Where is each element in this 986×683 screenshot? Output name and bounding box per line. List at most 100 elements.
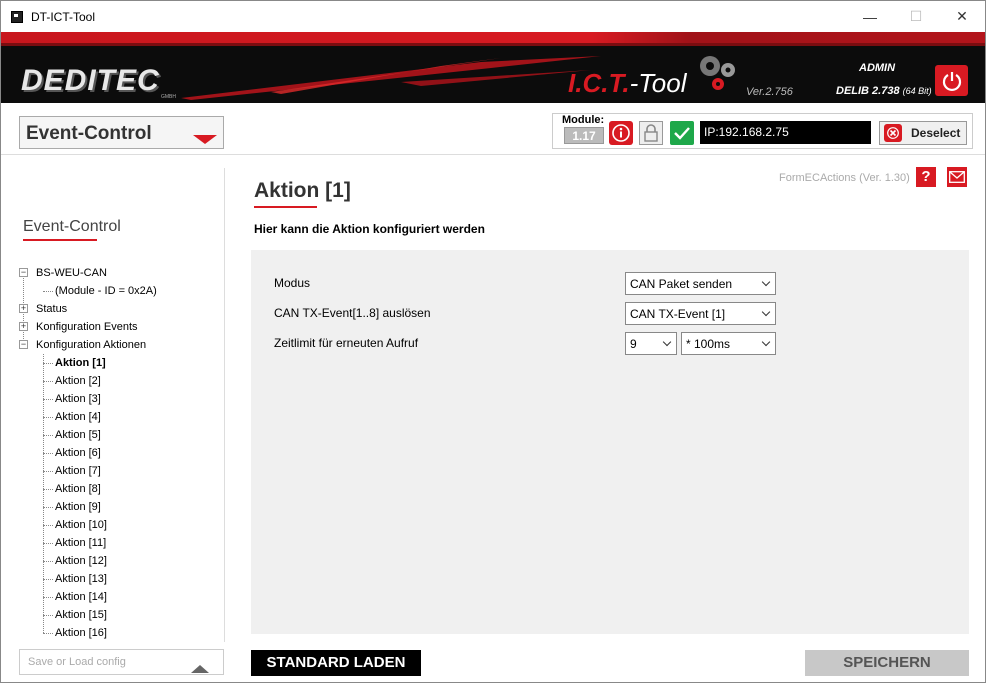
user-label: ADMIN xyxy=(859,62,896,74)
tree-line xyxy=(43,489,53,490)
tree-line xyxy=(43,291,53,292)
tree-node-label: Aktion [12] xyxy=(55,555,107,567)
chevron-down-icon xyxy=(662,337,672,347)
tree-node-label: Status xyxy=(36,303,68,315)
deselect-button[interactable]: Deselect xyxy=(879,121,967,145)
tree-line xyxy=(43,597,53,598)
nav-tree: − BS-WEU-CAN (Module - ID = 0x2A) + Stat… xyxy=(19,264,219,642)
tree-line xyxy=(43,435,53,436)
tree-line xyxy=(43,579,53,580)
tree-node-action-9[interactable]: Aktion [9] xyxy=(19,498,219,516)
app-header: DEDITEC GMBH I.C.T.-Tool Ver.2.756 ADMIN… xyxy=(1,46,985,103)
page-title-underline xyxy=(254,206,317,208)
modus-select[interactable]: CAN Paket senden xyxy=(625,272,776,295)
tree-node-label: Aktion [6] xyxy=(55,447,101,459)
lock-button[interactable] xyxy=(639,121,663,145)
mail-icon xyxy=(949,171,965,183)
tree-node-label: Aktion [4] xyxy=(55,411,101,423)
app-icon xyxy=(11,10,23,23)
tree-line xyxy=(43,615,53,616)
dropdown-arrow-icon xyxy=(193,135,217,144)
tx-event-select[interactable]: CAN TX-Event [1] xyxy=(625,302,776,325)
nav-title: Event-Control xyxy=(23,218,121,235)
mail-button[interactable] xyxy=(947,167,967,187)
tree-node-action-4[interactable]: Aktion [4] xyxy=(19,408,219,426)
collapse-icon[interactable]: − xyxy=(19,340,28,349)
chevron-down-icon xyxy=(761,307,771,317)
lock-icon xyxy=(644,124,658,142)
tree-node-action-6[interactable]: Aktion [6] xyxy=(19,444,219,462)
product-logo-suffix: -Tool xyxy=(629,68,687,98)
version-label: Ver.2.756 xyxy=(746,86,793,98)
tree-node-label: Aktion [10] xyxy=(55,519,107,531)
tree-node-action-12[interactable]: Aktion [12] xyxy=(19,552,219,570)
tree-node-label: Aktion [14] xyxy=(55,591,107,603)
checkmark-icon xyxy=(674,127,690,140)
delib-version: DELIB 2.738 (64 Bit) xyxy=(836,85,932,97)
power-button[interactable] xyxy=(935,65,968,96)
tree-node-action-3[interactable]: Aktion [3] xyxy=(19,390,219,408)
swoosh-graphic xyxy=(181,56,601,100)
help-button[interactable]: ? xyxy=(916,167,936,187)
modus-select-value: CAN Paket senden xyxy=(630,277,733,291)
gears-icon xyxy=(700,56,735,90)
tree-node-config-actions[interactable]: − Konfiguration Aktionen xyxy=(19,336,219,354)
delib-version-text: DELIB 2.738 xyxy=(836,85,900,97)
maximize-button[interactable]: ☐ xyxy=(893,1,939,32)
power-icon xyxy=(942,71,961,91)
page-subtitle: Hier kann die Aktion konfiguriert werden xyxy=(254,222,485,236)
section-select[interactable]: Event-Control xyxy=(19,116,224,149)
tree-line xyxy=(43,471,53,472)
tree-node-action-13[interactable]: Aktion [13] xyxy=(19,570,219,588)
time-limit-value-select[interactable]: 9 xyxy=(625,332,677,355)
tree-node-action-10[interactable]: Aktion [10] xyxy=(19,516,219,534)
tree-node-action-2[interactable]: Aktion [2] xyxy=(19,372,219,390)
tree-line xyxy=(43,561,53,562)
minimize-button[interactable]: — xyxy=(847,1,893,32)
load-default-button[interactable]: STANDARD LADEN xyxy=(251,650,421,676)
tree-node-action-5[interactable]: Aktion [5] xyxy=(19,426,219,444)
tree-node-label: Aktion [7] xyxy=(55,465,101,477)
ip-address-field[interactable]: IP:192.168.2.75 xyxy=(700,121,871,144)
tree-node-label: BS-WEU-CAN xyxy=(36,267,107,279)
close-window-button[interactable]: ✕ xyxy=(939,1,985,32)
tree-node-action-15[interactable]: Aktion [15] xyxy=(19,606,219,624)
tree-node-action-14[interactable]: Aktion [14] xyxy=(19,588,219,606)
tree-node-action-8[interactable]: Aktion [8] xyxy=(19,480,219,498)
info-button[interactable] xyxy=(609,121,633,145)
tree-node-action-16[interactable]: Aktion [16] xyxy=(19,624,219,642)
tree-line xyxy=(43,525,53,526)
collapse-icon[interactable]: − xyxy=(19,268,28,277)
expand-up-icon[interactable] xyxy=(191,665,209,673)
page-title: Aktion [1] xyxy=(254,179,351,202)
tree-node-action-7[interactable]: Aktion [7] xyxy=(19,462,219,480)
tree-node-action-1[interactable]: Aktion [1] xyxy=(19,354,219,372)
info-icon xyxy=(612,124,630,142)
tx-event-select-value: CAN TX-Event [1] xyxy=(630,307,726,321)
module-label: Module: xyxy=(562,114,605,126)
tree-node-device[interactable]: − BS-WEU-CAN xyxy=(19,264,219,282)
section-select-label: Event-Control xyxy=(26,123,152,144)
expand-icon[interactable]: + xyxy=(19,322,28,331)
window-controls: — ☐ ✕ xyxy=(847,1,985,32)
tree-node-label: Konfiguration Aktionen xyxy=(36,339,147,351)
close-icon xyxy=(884,124,902,142)
tree-node-label: Aktion [11] xyxy=(55,537,107,549)
tree-node-action-11[interactable]: Aktion [11] xyxy=(19,534,219,552)
tree-node-config-events[interactable]: + Konfiguration Events xyxy=(19,318,219,336)
connected-status-button[interactable] xyxy=(670,121,694,145)
time-limit-unit-select[interactable]: * 100ms xyxy=(681,332,776,355)
tree-node-module-id[interactable]: (Module - ID = 0x2A) xyxy=(19,282,219,300)
module-number: 1.17 xyxy=(564,127,604,144)
toolbar: Event-Control Module: 1.17 IP:192.168.2.… xyxy=(1,103,985,155)
expand-icon[interactable]: + xyxy=(19,304,28,313)
product-logo-prefix: I.C.T. xyxy=(568,68,630,98)
tree-line xyxy=(43,381,53,382)
nav-panel: Event-Control − BS-WEU-CAN (Module - ID … xyxy=(1,168,225,642)
tree-node-status[interactable]: + Status xyxy=(19,300,219,318)
chevron-down-icon xyxy=(761,277,771,287)
brand-sub: GMBH xyxy=(161,94,176,100)
deselect-label: Deselect xyxy=(911,126,961,140)
save-button[interactable]: SPEICHERN xyxy=(805,650,969,676)
tx-event-label: CAN TX-Event[1..8] auslösen xyxy=(274,306,431,320)
